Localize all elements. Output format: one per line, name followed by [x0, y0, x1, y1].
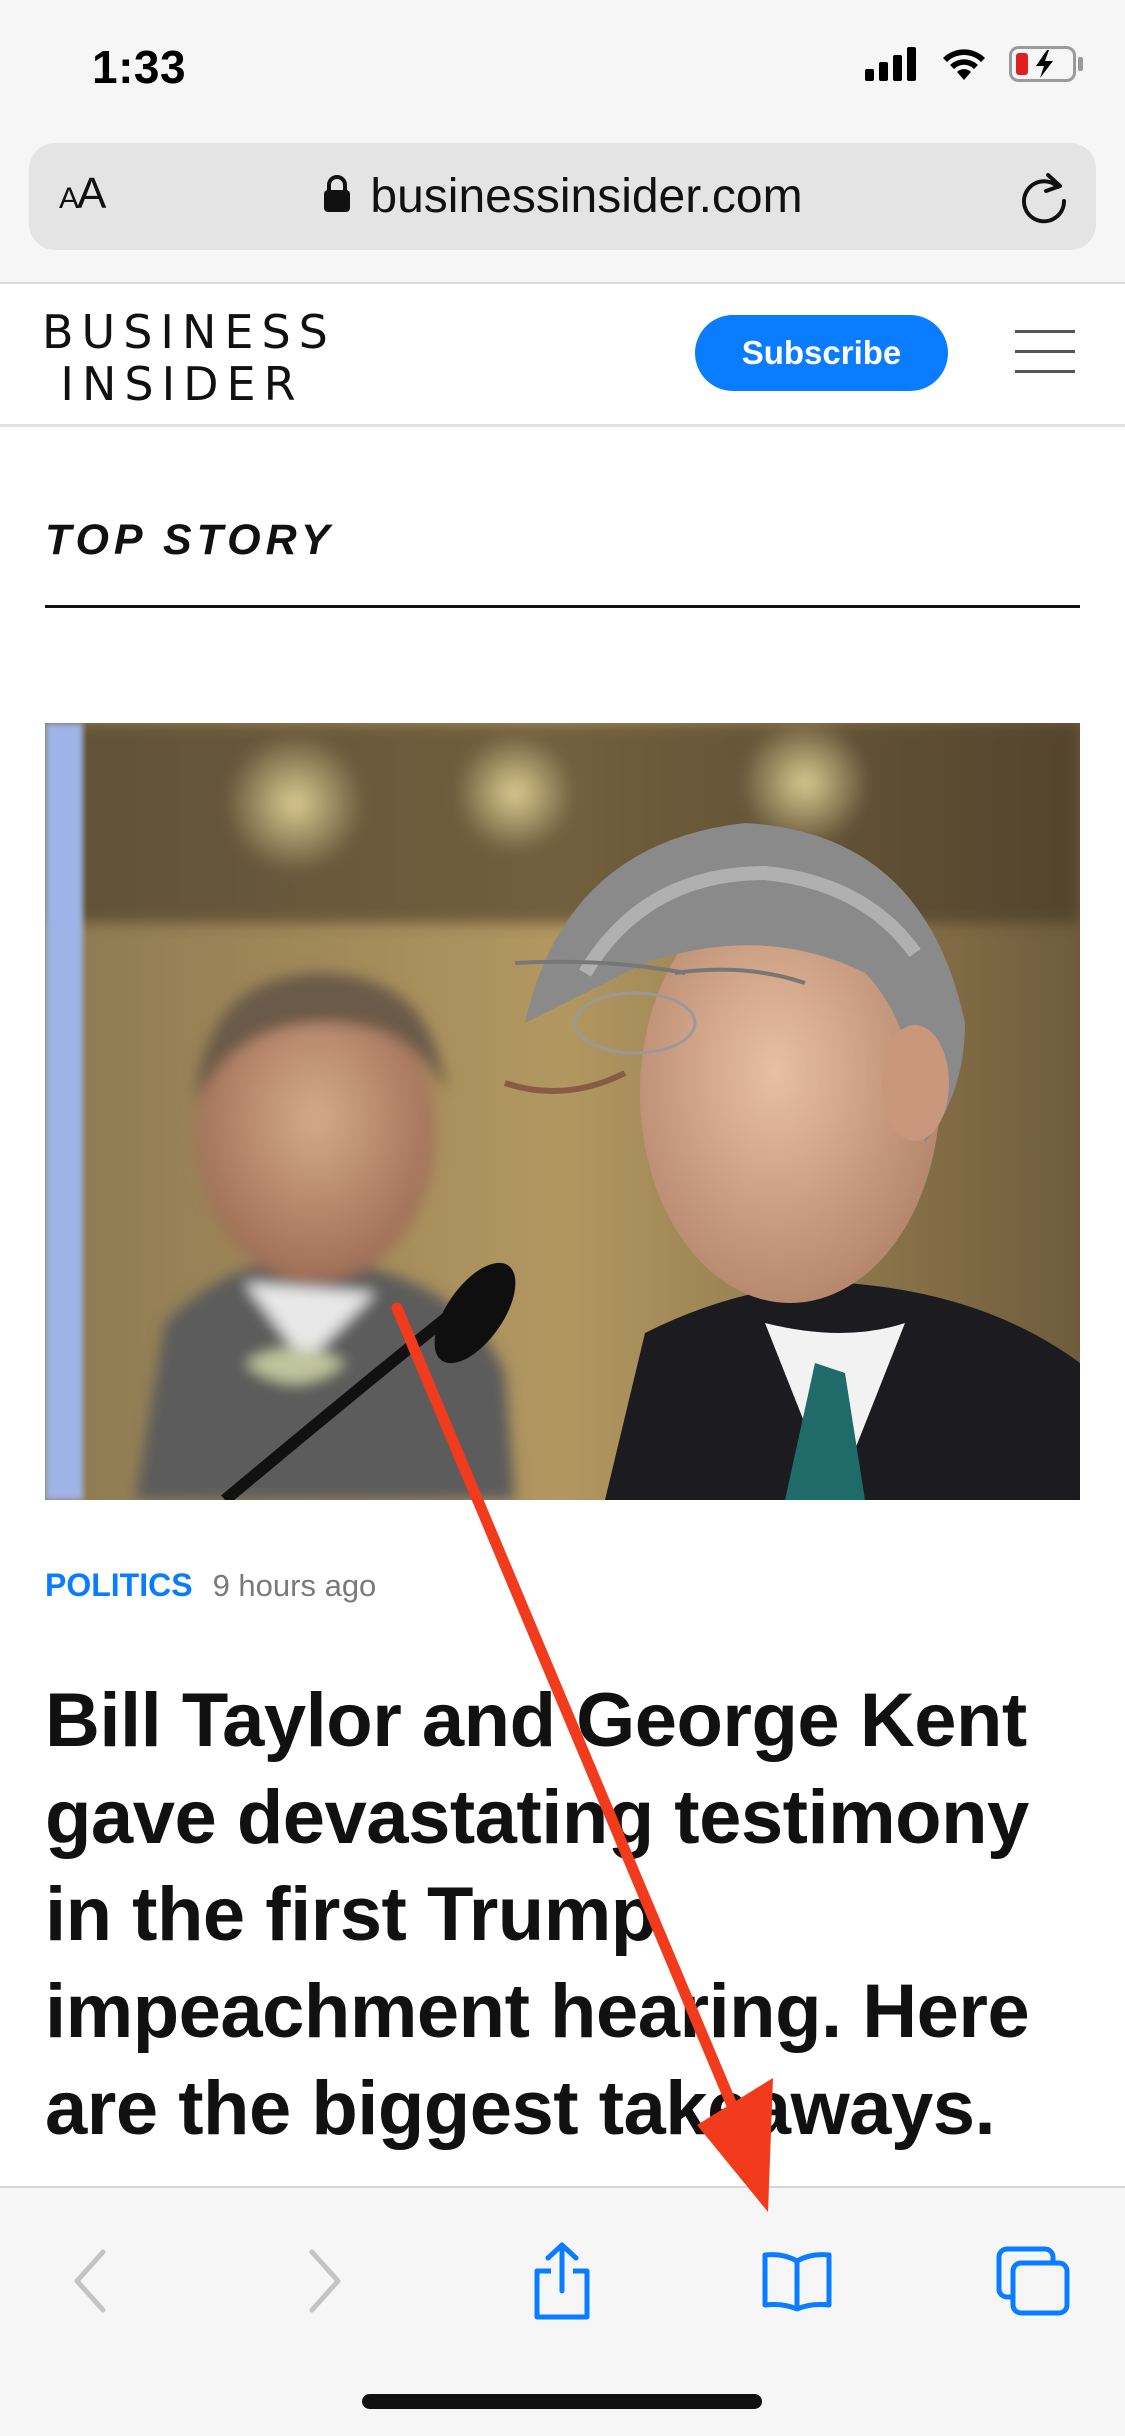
screen: 1:33 AA businessinsider.com BUSINESS INS…: [0, 0, 1125, 2436]
subscribe-button[interactable]: Subscribe: [695, 315, 948, 391]
reload-button[interactable]: [1014, 167, 1074, 227]
article-headline[interactable]: Bill Taylor and George Kent gave devasta…: [45, 1672, 1095, 2157]
article-hero-image[interactable]: [45, 723, 1080, 1500]
reload-icon: [1022, 173, 1067, 224]
browser-top-bar: 1:33 AA businessinsider.com: [0, 0, 1125, 284]
section-divider: [45, 605, 1080, 608]
status-icons: [865, 46, 1085, 87]
article-meta: POLITICS 9 hours ago: [45, 1567, 376, 1604]
forward-button[interactable]: [280, 2236, 370, 2326]
chevron-left-icon: [74, 2249, 106, 2313]
status-time: 1:33: [92, 41, 187, 93]
category-link[interactable]: POLITICS: [45, 1567, 193, 1604]
home-indicator[interactable]: [362, 2394, 762, 2409]
tabs-button[interactable]: [988, 2236, 1078, 2326]
back-button[interactable]: [45, 2236, 135, 2326]
url-text: businessinsider.com: [370, 170, 803, 223]
cellular-signal-icon: [865, 47, 919, 86]
article-timestamp: 9 hours ago: [212, 1568, 377, 1603]
site-header: BUSINESS INSIDER Subscribe: [0, 284, 1125, 427]
url-display[interactable]: businessinsider.com: [29, 143, 1096, 250]
tabs-icon: [996, 2246, 1070, 2316]
bookmarks-button[interactable]: [752, 2236, 842, 2326]
lock-icon: [322, 174, 352, 219]
address-bar[interactable]: AA businessinsider.com: [29, 143, 1096, 250]
chevron-right-icon: [309, 2249, 341, 2313]
wifi-icon: [941, 47, 987, 86]
section-label: TOP STORY: [45, 516, 335, 564]
book-icon: [762, 2252, 832, 2312]
menu-icon[interactable]: [1015, 330, 1075, 378]
share-button[interactable]: [517, 2236, 607, 2326]
battery-charging-icon: [1009, 46, 1085, 87]
business-insider-logo[interactable]: BUSINESS INSIDER: [42, 306, 328, 410]
share-icon: [534, 2242, 590, 2320]
